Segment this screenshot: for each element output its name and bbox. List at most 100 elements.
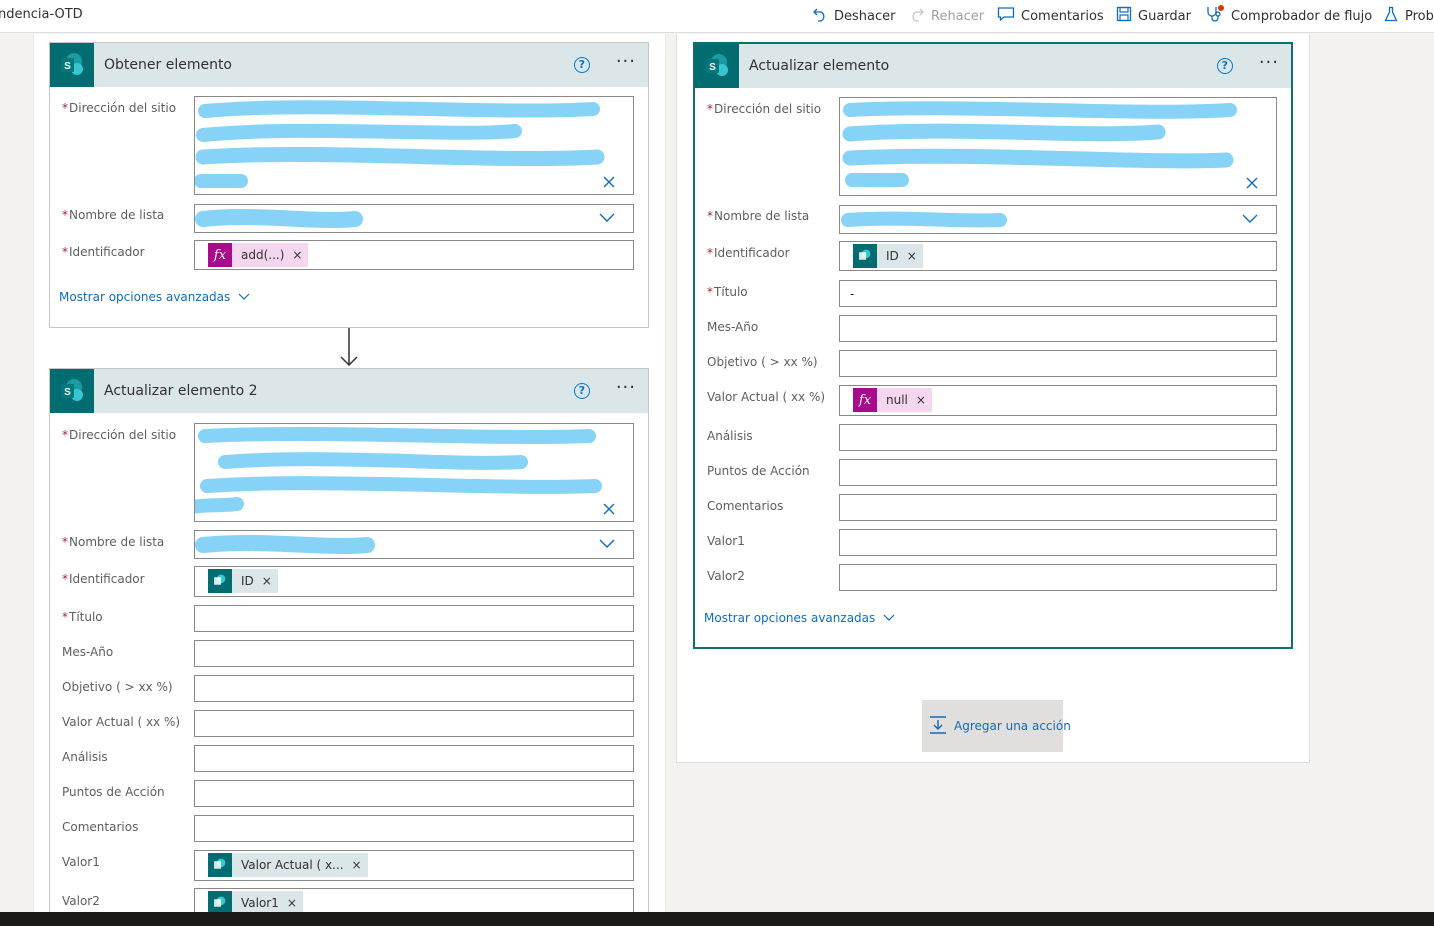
month-year-field[interactable]: [839, 315, 1277, 342]
clear-icon[interactable]: [603, 503, 615, 515]
test-button[interactable]: Prob: [1383, 5, 1434, 27]
comments-button[interactable]: Comentarios: [997, 5, 1104, 27]
help-icon[interactable]: ?: [1216, 58, 1233, 74]
flask-icon: [1383, 6, 1399, 26]
redo-button[interactable]: Rehacer: [909, 5, 984, 27]
site-address-field[interactable]: [194, 96, 634, 195]
list-name-label: *Nombre de lista: [707, 209, 809, 223]
sharepoint-icon: [208, 569, 232, 593]
show-advanced-options-link[interactable]: Mostrar opciones avanzadas: [704, 611, 895, 625]
more-icon[interactable]: ···: [616, 379, 636, 399]
comments-field[interactable]: [839, 494, 1277, 521]
remove-token-icon[interactable]: ×: [287, 896, 297, 910]
site-address-field[interactable]: [194, 423, 634, 522]
site-address-field[interactable]: [839, 97, 1277, 196]
expression-token[interactable]: fx null ×: [853, 388, 932, 412]
value1-field[interactable]: [839, 529, 1277, 556]
value2-field[interactable]: [839, 564, 1277, 591]
chevron-down-icon[interactable]: [599, 539, 615, 549]
objective-field[interactable]: [839, 350, 1277, 377]
update-item-card[interactable]: S Actualizar elemento ? ··· *Dirección d…: [693, 42, 1293, 649]
list-name-label: *Nombre de lista: [62, 208, 164, 222]
redaction-scribble: [842, 101, 1237, 187]
token-text: Valor1: [241, 896, 279, 910]
test-label: Prob: [1405, 8, 1434, 24]
action-points-field[interactable]: [839, 459, 1277, 486]
analysis-label: Análisis: [62, 750, 108, 764]
clear-icon[interactable]: [603, 176, 615, 188]
clear-icon[interactable]: [1246, 177, 1258, 189]
redaction-scribble: [195, 535, 375, 554]
objective-label: Objetivo ( > xx %): [62, 680, 173, 694]
chevron-down-icon[interactable]: [599, 213, 615, 223]
identifier-field[interactable]: fx add(...) ×: [194, 240, 634, 270]
site-address-label: *Dirección del sitio: [62, 428, 176, 442]
required-mark: *: [707, 209, 713, 223]
label-text: Título: [714, 285, 748, 299]
get-item-card[interactable]: S Obtener elemento ? ··· *Dirección del …: [49, 42, 649, 328]
dynamic-content-token[interactable]: Valor Actual ( x... ×: [208, 853, 368, 877]
help-icon[interactable]: ?: [573, 383, 590, 399]
undo-icon: [812, 6, 828, 26]
add-action-icon: [928, 715, 948, 738]
current-value-field[interactable]: [194, 710, 634, 737]
update-item-2-card[interactable]: S Actualizar elemento 2 ? ··· *Dirección…: [49, 368, 649, 919]
more-icon[interactable]: ···: [1259, 54, 1279, 74]
card-header[interactable]: S Actualizar elemento 2 ? ···: [50, 369, 648, 413]
comments-label: Comentarios: [62, 820, 139, 834]
label-text: Identificador: [714, 246, 790, 260]
month-year-field[interactable]: [194, 640, 634, 667]
chevron-down-icon: [883, 614, 895, 621]
comments-field[interactable]: [194, 815, 634, 842]
remove-token-icon[interactable]: ×: [352, 858, 362, 872]
redaction-scribble: [841, 211, 1007, 228]
redo-label: Rehacer: [931, 8, 985, 24]
chevron-down-icon: [238, 293, 250, 300]
identifier-label: *Identificador: [62, 572, 145, 586]
list-name-dropdown[interactable]: [194, 204, 634, 233]
token-text: ID: [241, 574, 254, 588]
current-value-label: Valor Actual ( xx %): [707, 390, 826, 404]
more-icon[interactable]: ···: [616, 53, 636, 73]
identifier-field[interactable]: ID ×: [839, 241, 1277, 271]
card-header[interactable]: S Obtener elemento ? ···: [50, 43, 648, 87]
chevron-down-icon[interactable]: [1242, 214, 1258, 224]
link-text: Mostrar opciones avanzadas: [59, 290, 231, 304]
value2-label: Valor2: [62, 894, 100, 908]
show-advanced-options-link[interactable]: Mostrar opciones avanzadas: [59, 290, 250, 304]
label-text: Nombre de lista: [69, 208, 165, 222]
command-bar: ndencia-OTD Deshacer Rehacer Comentarios…: [0, 0, 1434, 33]
title-field[interactable]: -: [839, 280, 1277, 307]
site-address-label: *Dirección del sitio: [707, 102, 821, 116]
value1-field[interactable]: Valor Actual ( x... ×: [194, 850, 634, 881]
action-points-field[interactable]: [194, 780, 634, 807]
current-value-field[interactable]: fx null ×: [839, 385, 1277, 416]
save-button[interactable]: Guardar: [1116, 5, 1191, 27]
list-name-dropdown[interactable]: [839, 205, 1277, 234]
card-header[interactable]: S Actualizar elemento ? ···: [695, 44, 1291, 88]
expression-token[interactable]: fx add(...) ×: [208, 243, 309, 267]
month-year-label: Mes-Año: [62, 645, 114, 659]
add-action-button[interactable]: Agregar una acción: [922, 700, 1071, 752]
remove-token-icon[interactable]: ×: [262, 574, 272, 588]
label-text: Nombre de lista: [714, 209, 810, 223]
sharepoint-icon: S: [50, 369, 94, 413]
list-name-dropdown[interactable]: [194, 530, 634, 559]
dynamic-content-token[interactable]: ID ×: [208, 569, 278, 593]
remove-token-icon[interactable]: ×: [916, 393, 926, 407]
analysis-field[interactable]: [194, 745, 634, 772]
objective-field[interactable]: [194, 675, 634, 702]
analysis-field[interactable]: [839, 424, 1277, 451]
remove-token-icon[interactable]: ×: [292, 248, 302, 262]
title-field[interactable]: [194, 605, 634, 632]
flow-checker-button[interactable]: Comprobador de flujo: [1205, 5, 1372, 27]
sharepoint-icon: S: [695, 44, 739, 88]
required-mark: *: [62, 428, 68, 442]
dynamic-content-token[interactable]: ID ×: [853, 244, 923, 268]
undo-button[interactable]: Deshacer: [812, 5, 895, 27]
identifier-field[interactable]: ID ×: [194, 566, 634, 597]
help-icon[interactable]: ?: [573, 57, 590, 73]
remove-token-icon[interactable]: ×: [907, 249, 917, 263]
flow-name: ndencia-OTD: [0, 7, 83, 22]
card-title: Actualizar elemento: [749, 58, 890, 74]
